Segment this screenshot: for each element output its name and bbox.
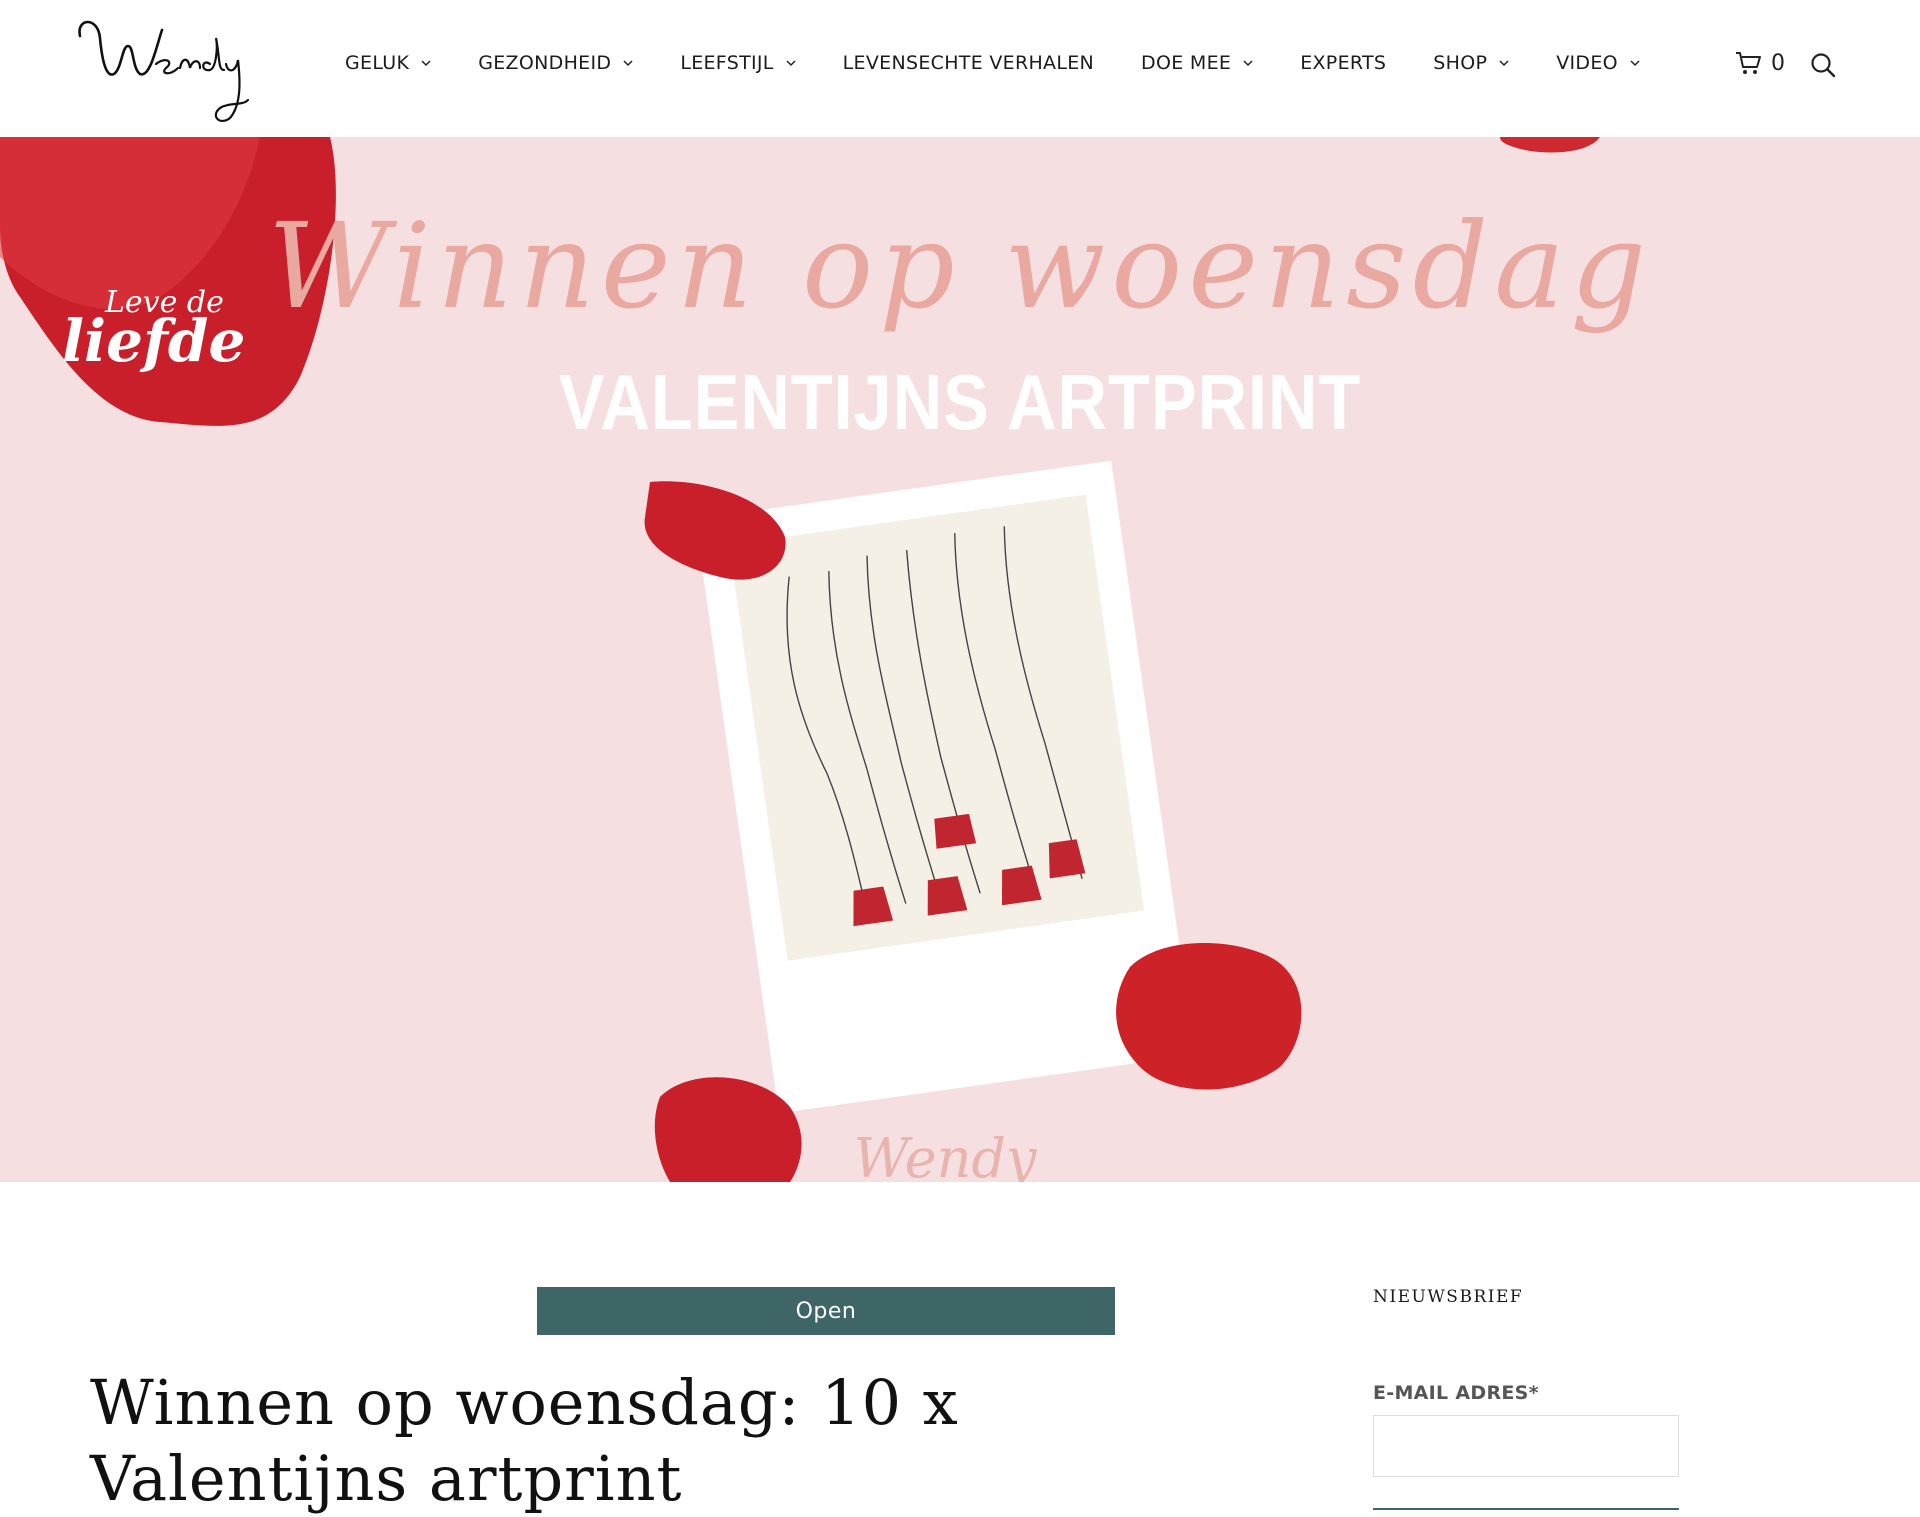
chevron-down-icon — [1243, 58, 1253, 68]
wendy-logo-icon — [78, 20, 250, 123]
nav-label: SHOP — [1433, 52, 1488, 74]
nav-label: VIDEO — [1556, 52, 1618, 74]
rose-petal — [1116, 943, 1302, 1090]
nav-label: LEVENSECHTE VERHALEN — [842, 52, 1095, 74]
search-icon — [1811, 53, 1836, 78]
chevron-down-icon — [623, 58, 633, 68]
site-logo[interactable] — [70, 8, 260, 126]
rose-petal — [644, 481, 786, 580]
nav-item-gezondheid[interactable]: GEZONDHEID — [478, 52, 633, 74]
rose-petal — [1500, 137, 1600, 153]
chevron-down-icon — [421, 58, 431, 68]
nav-label: GEZONDHEID — [478, 52, 612, 74]
email-field[interactable] — [1373, 1415, 1679, 1477]
nav-label: GELUK — [345, 52, 410, 74]
chevron-down-icon — [1499, 58, 1509, 68]
nav-item-experts[interactable]: EXPERTS — [1300, 52, 1386, 74]
hero-main-title: VALENTIJNS ARTPRINT — [558, 358, 1362, 446]
hero-watermark: Wendy — [854, 1127, 1038, 1182]
chevron-down-icon — [1630, 58, 1640, 68]
category-button[interactable]: Open — [537, 1287, 1115, 1335]
nav-label: DOE MEE — [1141, 52, 1232, 74]
main-nav: GELUK GEZONDHEID LEEFSTIJL LEVENSECHTE V… — [345, 52, 1687, 74]
nav-label: LEEFSTIJL — [680, 52, 774, 74]
nav-item-levensechte-verhalen[interactable]: LEVENSECHTE VERHALEN — [843, 52, 1094, 74]
hero-banner: Wendy Leve de liefde Winnen op woensdag … — [0, 137, 1920, 1182]
post-title: Winnen op woensdag: 10 x Valentijns artp… — [90, 1366, 959, 1515]
site-header: GELUK GEZONDHEID LEEFSTIJL LEVENSECHTE V… — [0, 0, 1920, 137]
nav-label: EXPERTS — [1300, 52, 1387, 74]
search-button[interactable] — [1810, 52, 1836, 78]
cart-button[interactable]: 0 — [1735, 50, 1785, 76]
nav-item-shop[interactable]: SHOP — [1433, 52, 1509, 74]
nav-item-leefstijl[interactable]: LEEFSTIJL — [680, 52, 796, 74]
cart-count: 0 — [1771, 50, 1785, 76]
nav-item-doe-mee[interactable]: DOE MEE — [1141, 52, 1253, 74]
nav-item-video[interactable]: VIDEO — [1556, 52, 1640, 74]
cart-icon — [1736, 52, 1761, 74]
hero-script-title: Winnen op woensdag — [267, 197, 1653, 335]
nav-item-geluk[interactable]: GELUK — [345, 52, 431, 74]
chevron-down-icon — [786, 58, 796, 68]
newsletter-heading: NIEUWSBRIEF — [1373, 1287, 1524, 1307]
email-label: E-MAIL ADRES* — [1373, 1382, 1539, 1404]
